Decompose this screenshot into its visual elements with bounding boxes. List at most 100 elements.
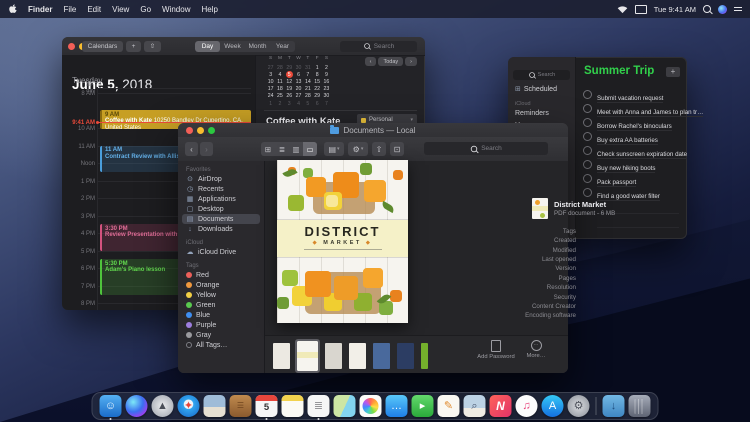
mini-month-day[interactable]: 2 <box>322 64 331 71</box>
view-tab[interactable]: Week <box>220 41 245 52</box>
mini-month-day[interactable]: 21 <box>303 86 312 93</box>
mini-month-day[interactable]: 29 <box>312 93 321 100</box>
photos[interactable] <box>359 395 382 417</box>
siri[interactable] <box>125 395 148 417</box>
icon-view-button[interactable]: ⊞ <box>261 142 275 156</box>
menu-item[interactable]: File <box>63 5 76 14</box>
mini-month-day[interactable]: 4 <box>275 71 284 78</box>
view-tab[interactable]: Month <box>245 41 270 52</box>
reminder-item[interactable]: Pack passport <box>575 171 687 187</box>
mini-month-day[interactable]: 27 <box>266 64 275 71</box>
sidebar-tag[interactable]: Purple <box>182 320 260 330</box>
file-thumbnail[interactable] <box>273 343 290 369</box>
spotlight-icon[interactable] <box>703 5 711 13</box>
file-thumbnail[interactable] <box>397 343 414 369</box>
sidebar-item[interactable]: ☁ iCloud Drive <box>182 247 260 257</box>
reminder-item[interactable]: Buy new hiking boots <box>575 157 687 173</box>
itunes[interactable]: ♫ <box>515 395 538 417</box>
share-button[interactable]: ⇧ <box>372 142 386 156</box>
action-button[interactable]: ⚙ ▾ <box>348 142 368 156</box>
mini-month-day[interactable]: 3 <box>266 71 275 78</box>
mini-month-day[interactable]: 23 <box>322 86 331 93</box>
siri-menu-icon[interactable] <box>718 4 727 14</box>
sidebar-tag[interactable]: Yellow <box>182 290 260 300</box>
file-thumbnail[interactable] <box>349 343 366 369</box>
checkbox[interactable] <box>583 132 592 141</box>
list-view-button[interactable]: ≣ <box>275 142 289 156</box>
wifi-icon[interactable] <box>617 5 628 14</box>
finder-search-field[interactable]: Search <box>424 142 548 155</box>
forward-button[interactable]: › <box>200 142 213 156</box>
mini-month-day[interactable]: 29 <box>285 64 294 71</box>
pages[interactable]: ✎ <box>437 395 460 417</box>
reminder-item[interactable]: Check sunscreen expiration date <box>575 143 688 159</box>
mini-month-day[interactable]: 15 <box>312 78 321 85</box>
sidebar-tag[interactable]: Gray <box>182 330 260 340</box>
sidebar-tag[interactable]: Red <box>182 270 260 280</box>
mini-month-day[interactable]: 27 <box>294 93 303 100</box>
close-button[interactable] <box>68 42 75 50</box>
menu-item[interactable]: Edit <box>87 5 101 14</box>
display-icon[interactable] <box>634 4 647 14</box>
mini-month-day[interactable]: 14 <box>303 78 312 85</box>
mini-month-day[interactable]: 31 <box>303 64 312 71</box>
mini-month-day[interactable]: 11 <box>275 78 284 85</box>
prev-button[interactable]: ‹ <box>364 57 377 66</box>
reminders[interactable]: ≣ <box>307 395 330 417</box>
calendar[interactable]: 5 <box>255 395 278 417</box>
more-button[interactable]: ··· More… <box>516 340 556 360</box>
sidebar-item[interactable]: ⊙ AirDrop <box>182 174 260 184</box>
view-tab[interactable]: Day <box>195 40 220 52</box>
reminder-item[interactable]: Buy extra AA batteries <box>575 129 687 145</box>
trash[interactable] <box>628 395 651 417</box>
sidebar-tag[interactable]: Blue <box>182 310 260 320</box>
tags-button[interactable]: ⊡ <box>390 142 404 156</box>
mini-month-day[interactable]: 9 <box>322 71 331 78</box>
sidebar-item-reminders[interactable]: Reminders <box>515 110 549 117</box>
mini-month-day[interactable]: 28 <box>275 64 284 71</box>
mail[interactable] <box>203 395 226 417</box>
checkbox[interactable] <box>583 174 592 183</box>
calendar-search-field[interactable]: Search <box>340 40 417 52</box>
file-thumbnail[interactable] <box>373 343 390 369</box>
sidebar-item[interactable]: ↓ Downloads <box>182 224 260 234</box>
notes[interactable] <box>281 395 304 417</box>
mini-month-day[interactable]: 19 <box>285 86 294 93</box>
mini-month-day[interactable]: 8 <box>312 71 321 78</box>
sidebar-tag[interactable]: Orange <box>182 280 260 290</box>
file-thumbnail[interactable] <box>295 339 320 373</box>
reminder-item[interactable]: Meet with Anna and James to plan tr… <box>575 101 704 117</box>
sidebar-item[interactable]: ▦ Applications <box>182 194 260 204</box>
mini-month-day[interactable]: 30 <box>294 64 303 71</box>
mini-month-day[interactable]: 7 <box>303 71 312 78</box>
sidebar-tag[interactable]: Green <box>182 300 260 310</box>
mini-month-day[interactable]: 6 <box>294 71 303 78</box>
mini-month-day[interactable]: 12 <box>285 78 294 85</box>
menu-item[interactable]: Go <box>140 5 151 14</box>
mini-month-day[interactable]: 25 <box>275 93 284 100</box>
mini-month-day[interactable]: 1 <box>312 64 321 71</box>
back-button[interactable]: ‹ <box>185 142 198 156</box>
mini-month-day[interactable]: 20 <box>294 86 303 93</box>
facetime[interactable]: ▸ <box>411 395 434 417</box>
menu-item[interactable]: View <box>112 5 129 14</box>
calendars-button[interactable]: Calendars <box>82 40 123 52</box>
checkbox[interactable] <box>583 104 592 113</box>
finder[interactable]: ☺ <box>99 395 122 417</box>
safari[interactable]: ✦ <box>177 395 200 417</box>
menu-clock[interactable]: Tue 9:41 AM <box>654 5 696 14</box>
add-event-button[interactable]: + <box>126 40 141 52</box>
add-reminder-button[interactable]: + <box>666 67 680 77</box>
checkbox[interactable] <box>583 90 592 99</box>
news[interactable]: N <box>489 395 512 417</box>
reminders-search-field[interactable]: Search <box>513 70 570 80</box>
menu-item[interactable]: Help <box>201 5 217 14</box>
mini-month-day[interactable]: 7 <box>322 100 331 107</box>
mini-month-day[interactable]: 13 <box>294 78 303 85</box>
launchpad[interactable]: ▲ <box>151 395 174 417</box>
mini-month-day[interactable]: 28 <box>303 93 312 100</box>
mini-month-day[interactable]: 6 <box>312 100 321 107</box>
mini-month-day[interactable]: 30 <box>322 93 331 100</box>
mini-month-day[interactable]: 18 <box>275 86 284 93</box>
next-button[interactable]: › <box>405 57 417 66</box>
